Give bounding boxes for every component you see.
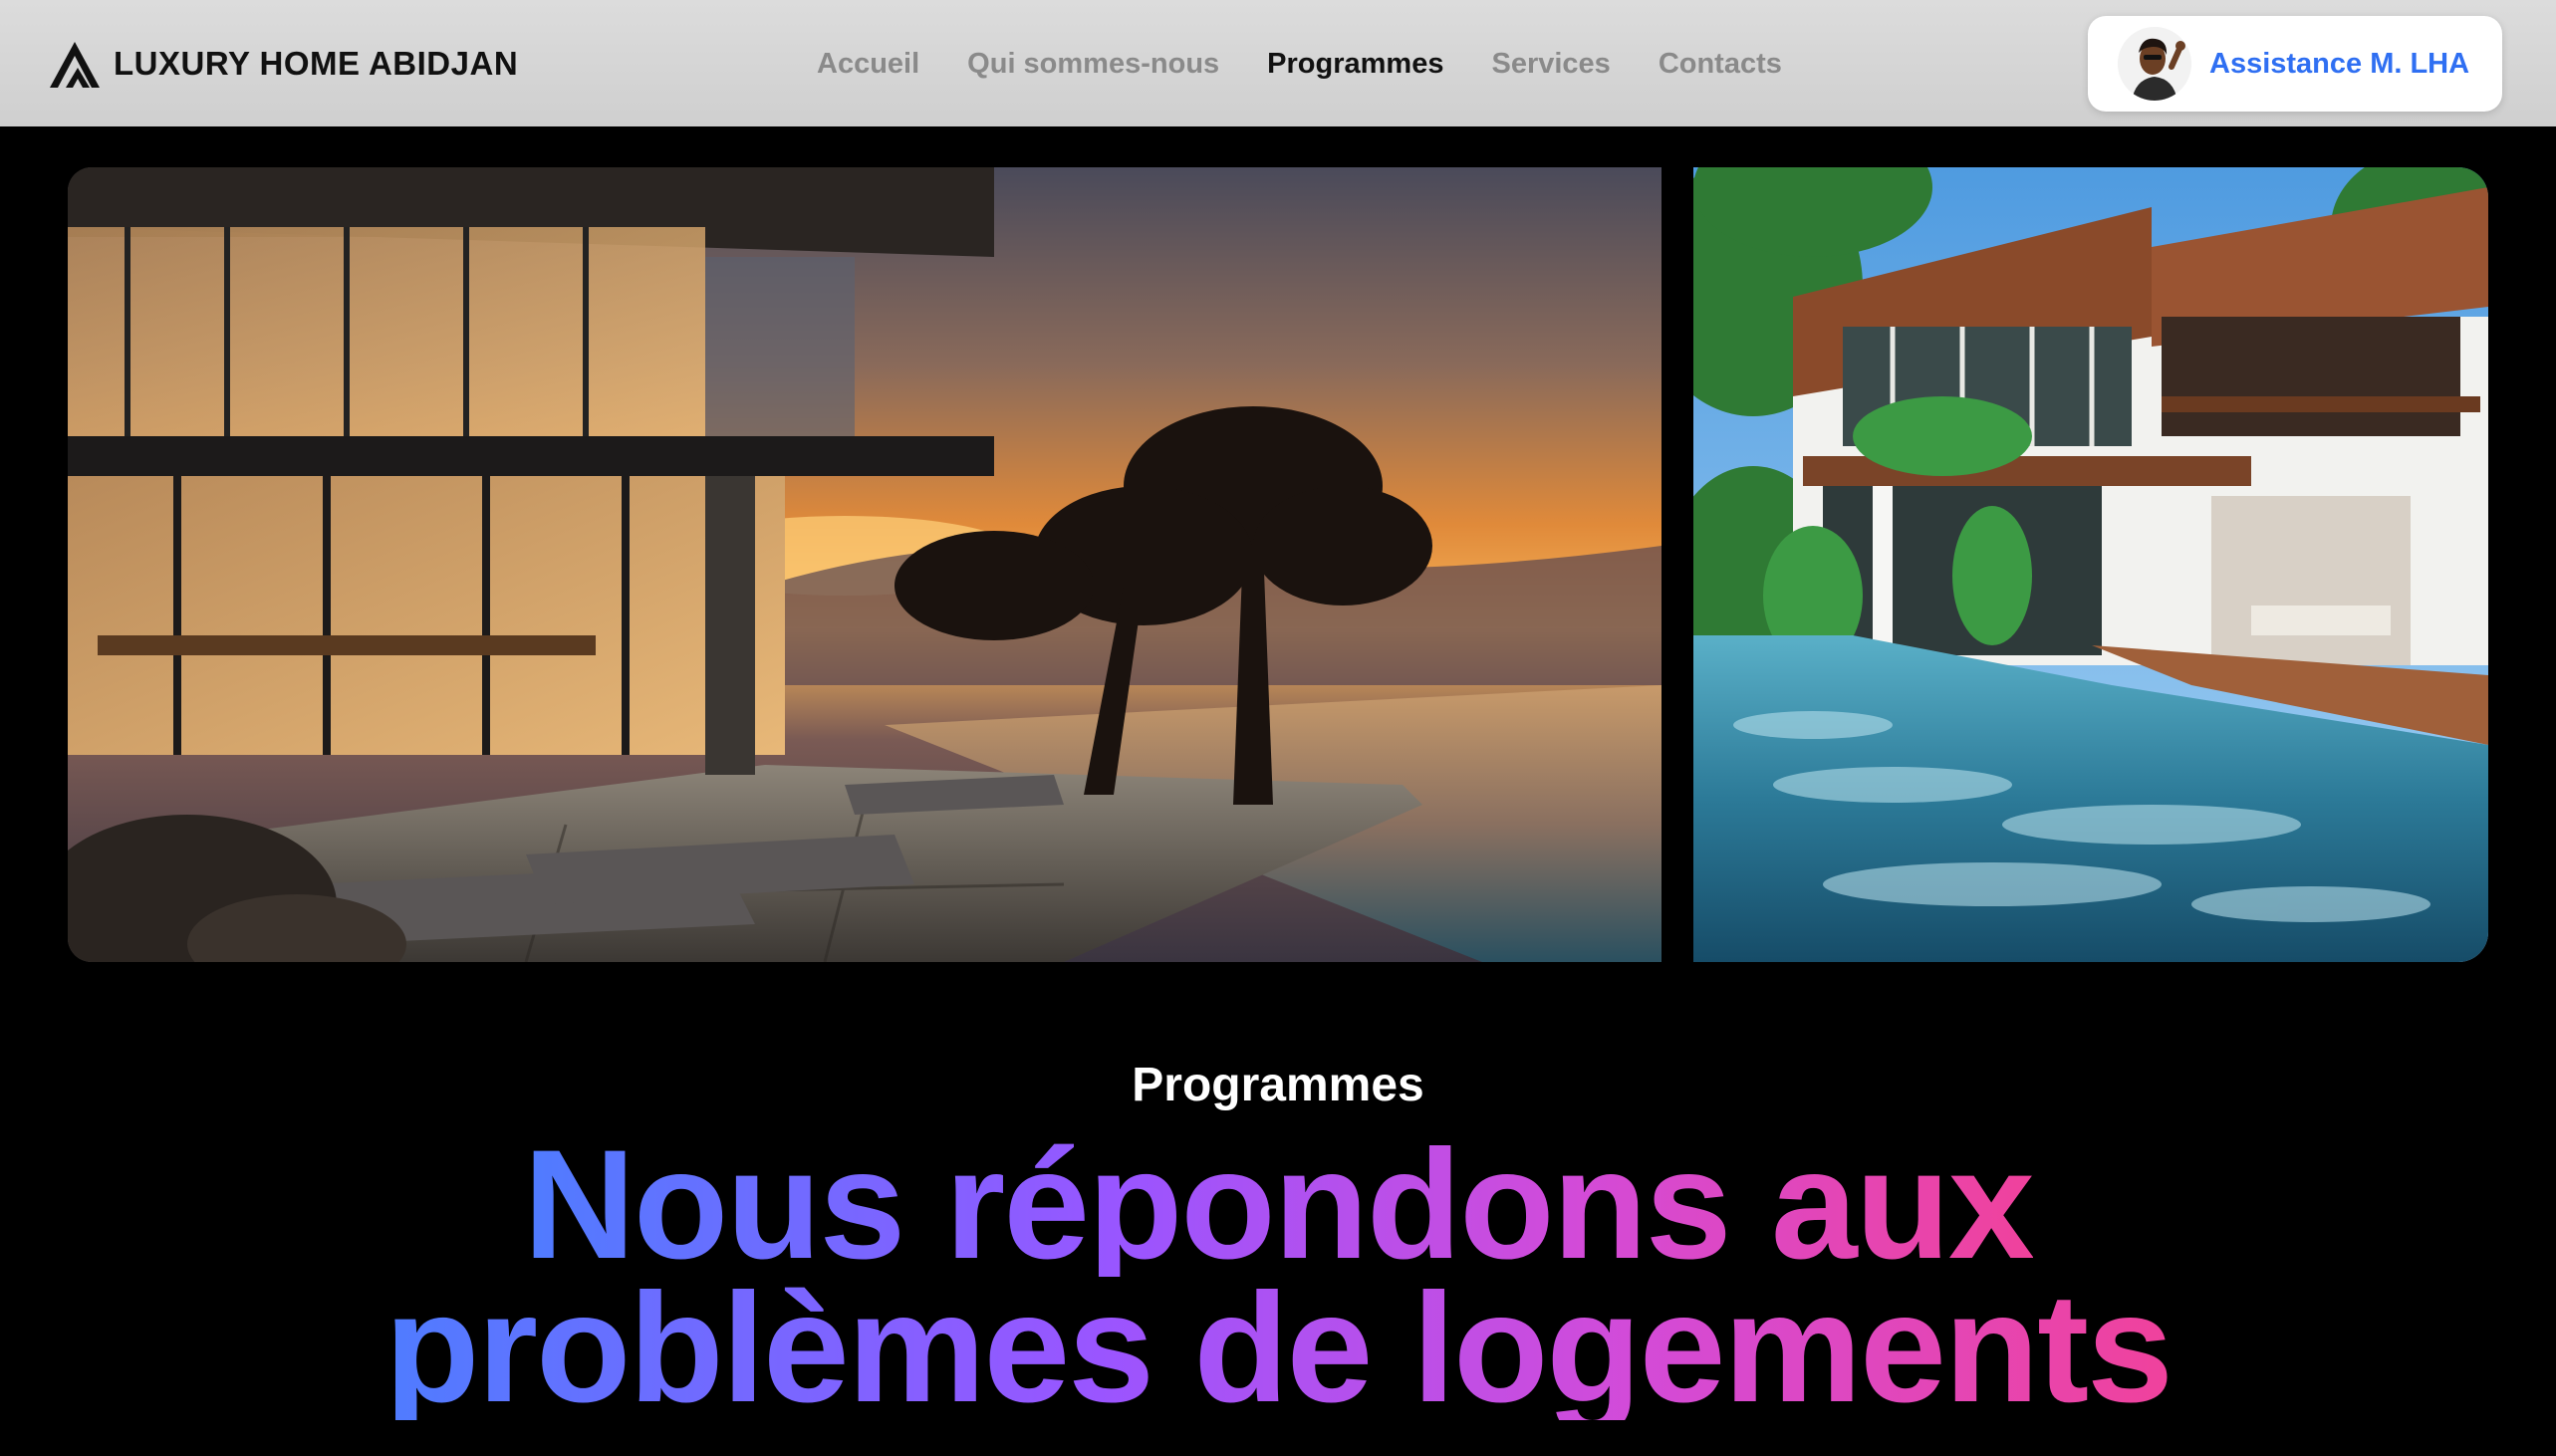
main-nav: Accueil Qui sommes-nous Programmes Servi… (817, 40, 1782, 88)
nav-contacts[interactable]: Contacts (1659, 40, 1782, 88)
section-headline: Nous répondons aux problèmes de logement… (0, 1118, 2556, 1435)
section-eyebrow: Programmes (1132, 1059, 1424, 1111)
nav-accueil[interactable]: Accueil (817, 40, 919, 88)
nav-services[interactable]: Services (1491, 40, 1610, 88)
tropical-villa-pool-image (1693, 167, 2488, 962)
nav-qui-sommes-nous[interactable]: Qui sommes-nous (967, 40, 1219, 88)
nav-programmes[interactable]: Programmes (1267, 40, 1443, 88)
site-header: LUXURY HOME ABIDJAN Accueil Qui sommes-n… (0, 0, 2556, 126)
assistance-label: Assistance M. LHA (2209, 47, 2470, 80)
assistance-button[interactable]: Assistance M. LHA (2088, 16, 2502, 112)
brand-name: LUXURY HOME ABIDJAN (114, 45, 519, 82)
headline-line-1: Nous répondons aux (523, 1118, 2034, 1292)
memoji-avatar-icon (2118, 27, 2191, 101)
villa-sunset-pool-image (68, 167, 1661, 962)
mountain-logo-icon (50, 42, 100, 88)
brand-logo[interactable]: LUXURY HOME ABIDJAN (48, 36, 518, 92)
headline-line-2: problèmes de logements (384, 1262, 2173, 1435)
